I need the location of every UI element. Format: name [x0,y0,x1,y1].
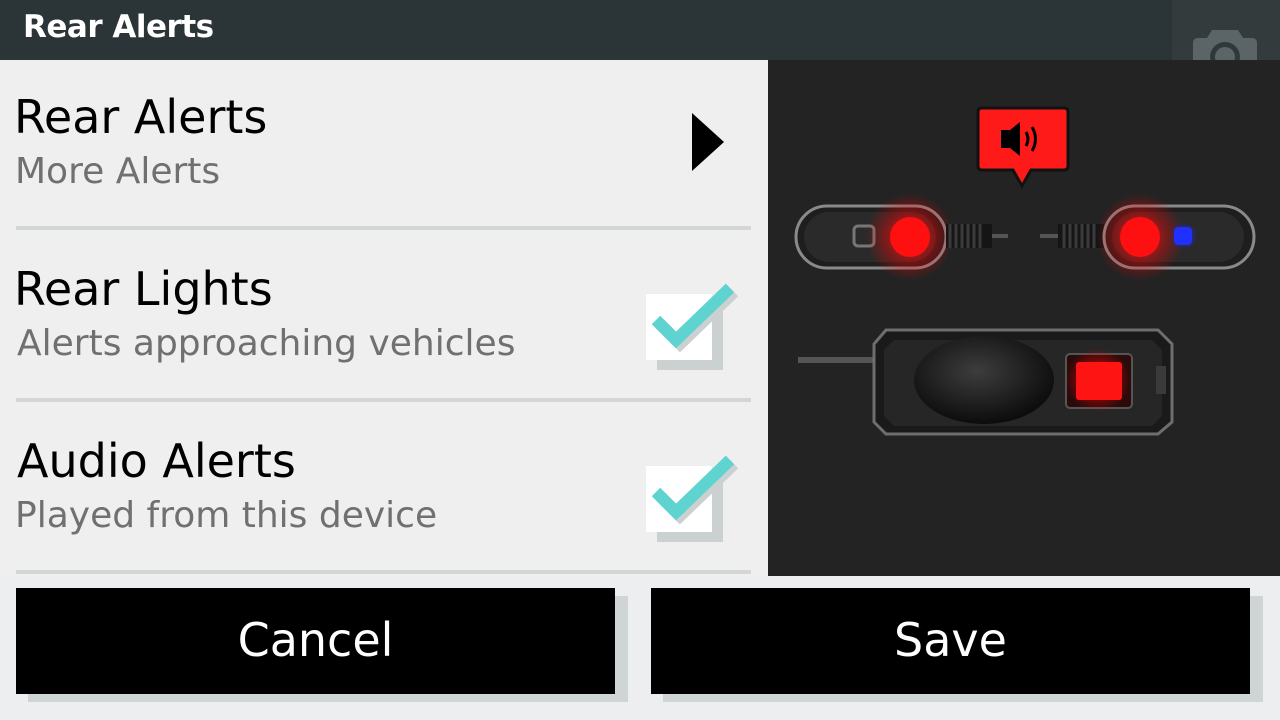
save-button-wrap: Save [651,588,1264,706]
radar-unit [798,328,1174,436]
device-illustration [794,106,1256,436]
chevron-right-icon[interactable] [692,113,724,171]
row-sublabel: Played from this device [15,495,438,536]
divider [16,570,751,574]
cancel-button[interactable]: Cancel [16,588,615,694]
row-label: Audio Alerts [17,434,296,488]
left-light [794,193,1008,281]
row-label: Rear Lights [14,262,273,316]
right-light [1040,193,1256,281]
checkmark-icon [651,455,739,525]
device-preview [768,60,1280,576]
row-sublabel: More Alerts [15,151,221,192]
speaker-alert-icon [976,106,1070,190]
title-bar: Rear Alerts [0,0,1280,60]
save-button[interactable]: Save [651,588,1250,694]
rear-lights-checkbox[interactable] [646,283,742,384]
page-title: Rear Alerts [23,9,214,45]
divider [16,398,751,402]
cancel-button-wrap: Cancel [16,588,629,706]
divider [16,226,751,230]
checkmark-icon [651,283,739,353]
audio-alerts-checkbox[interactable] [646,455,742,556]
rear-alerts-row[interactable]: Rear Alerts More Alerts [0,60,768,232]
row-label: Rear Alerts [14,90,268,144]
row-sublabel: Alerts approaching vehicles [17,323,516,364]
